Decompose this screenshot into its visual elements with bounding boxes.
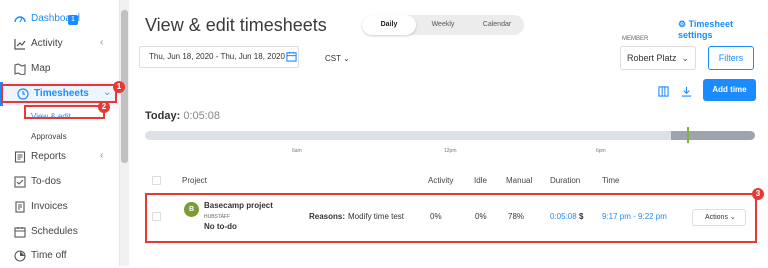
calendar-icon (14, 227, 26, 238)
column-header-project: Project (182, 176, 207, 185)
member-label: MEMBER (622, 36, 649, 42)
sidebar-item-activity[interactable]: Activity ‹ (0, 32, 120, 56)
today-label: Today: (145, 110, 181, 122)
time-off-icon (14, 250, 26, 262)
tab-weekly[interactable]: Weekly (416, 15, 470, 35)
tab-calendar[interactable]: Calendar (470, 15, 524, 35)
annotation-step-3: 3 (752, 188, 764, 200)
date-range-value: Thu, Jun 18, 2020 - Thu, Jun 18, 2020 (149, 52, 285, 61)
sidebar-item-label: Schedules (31, 226, 78, 237)
tab-daily[interactable]: Daily (362, 15, 416, 35)
today-summary: Today: 0:05:08 (145, 110, 220, 122)
timeline-tick: 6am (292, 148, 302, 154)
annotation-step-1: 1 (113, 81, 125, 93)
annotation-box-timesheets (1, 84, 117, 103)
sidebar-item-label: To-dos (31, 176, 62, 187)
map-icon (14, 63, 26, 75)
sidebar-item-time-off[interactable]: Time off (0, 244, 120, 268)
column-header-manual: Manual (506, 176, 533, 185)
column-header-idle: Idle (474, 176, 487, 185)
calendar-icon[interactable] (286, 51, 297, 62)
sidebar-item-reports[interactable]: Reports ‹ (0, 145, 120, 169)
view-switcher: Daily Weekly Calendar (362, 15, 524, 35)
filters-button[interactable]: Filters (708, 46, 754, 70)
sidebar-item-todos[interactable]: To-dos (0, 170, 120, 194)
annotation-box-row (145, 193, 757, 243)
member-select[interactable]: Robert Platz ⌄ (620, 46, 696, 70)
invoice-icon (15, 201, 25, 213)
timezone-value: CST (325, 54, 341, 63)
timesheet-settings-label: Timesheet settings (678, 19, 733, 40)
columns-icon[interactable] (658, 86, 669, 97)
column-header-activity: Activity (428, 176, 454, 185)
timeline-bar (145, 131, 755, 140)
timesheet-settings-link[interactable]: ⚙ Timesheet settings (678, 19, 768, 40)
sidebar-item-label: Time off (31, 250, 67, 261)
sidebar-item-label: Approvals (31, 132, 67, 141)
report-icon (14, 151, 26, 163)
select-all-checkbox[interactable] (152, 176, 161, 185)
timeline-tracked-segment (671, 131, 755, 140)
annotation-step-2: 2 (98, 101, 110, 113)
today-value: 0:05:08 (183, 110, 221, 122)
annotation-box-view-edit (24, 105, 105, 119)
sidebar-item-schedules[interactable]: Schedules (0, 220, 120, 244)
sidebar-item-label: Reports (31, 151, 67, 162)
sidebar-item-label: Map (31, 63, 51, 74)
activity-chart-icon (14, 39, 26, 50)
download-icon[interactable] (681, 86, 692, 97)
chevron-down-icon: ⌄ (681, 53, 689, 63)
notification-badge: 1 (68, 15, 78, 25)
member-value: Robert Platz (627, 53, 677, 63)
add-time-button[interactable]: Add time (703, 79, 756, 101)
chevron-down-icon: ⌄ (343, 54, 350, 63)
sidebar-item-map[interactable]: Map (0, 57, 120, 81)
timezone-select[interactable]: CST ⌄ (325, 54, 350, 63)
chevron-left-icon: ‹ (100, 37, 104, 48)
sidebar-item-label: Invoices (31, 201, 68, 212)
checklist-icon (14, 176, 26, 188)
sidebar-item-label: Activity (31, 38, 63, 49)
date-range-picker[interactable]: Thu, Jun 18, 2020 - Thu, Jun 18, 2020 (139, 46, 299, 68)
dashboard-icon (14, 16, 26, 23)
sidebar-item-dashboard[interactable]: Dashboard 1 (0, 7, 120, 31)
column-header-time: Time (602, 176, 620, 185)
column-header-duration: Duration (550, 176, 581, 185)
page-title: View & edit timesheets (145, 15, 327, 35)
timeline-tick: 12pm (444, 148, 457, 154)
sidebar: Dashboard 1 Activity ‹ Map Timesheets ⌄ … (0, 0, 120, 266)
chevron-left-icon: ‹ (100, 150, 104, 161)
gear-icon: ⚙ (678, 19, 687, 29)
timeline-current-marker (687, 127, 689, 143)
sidebar-item-invoices[interactable]: Invoices (0, 195, 120, 219)
timeline-tick: 6pm (596, 148, 606, 154)
